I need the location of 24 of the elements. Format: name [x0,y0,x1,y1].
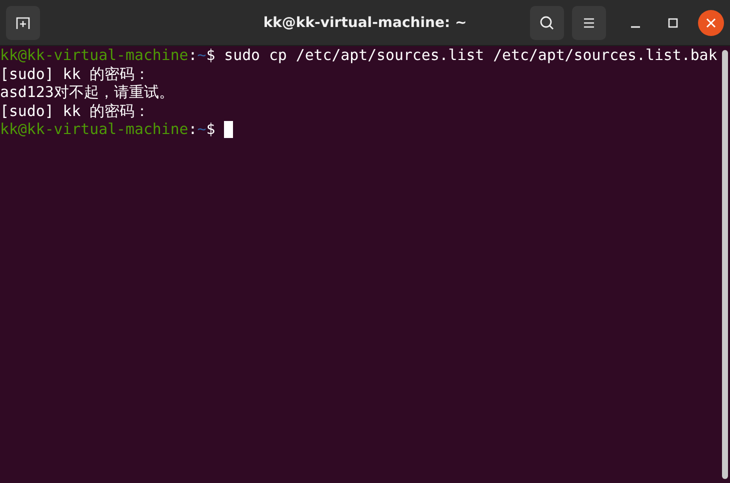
search-button[interactable] [530,6,564,40]
output-text: [sudo] kk 的密码： [0,102,150,120]
window-title: kk@kk-virtual-machine: ~ [262,14,468,30]
prompt-symbol: $ [206,46,216,64]
search-icon [539,14,555,30]
minimize-icon [630,26,640,28]
new-tab-button[interactable] [6,6,40,40]
prompt-user-host: kk@kk-virtual-machine [0,46,188,64]
menu-button[interactable] [572,6,606,40]
scrollbar-thumb[interactable] [722,50,728,479]
command-text: sudo cp /etc/apt/sources.list /etc/apt/sources.list.bak [224,46,718,64]
prompt-user-host: kk@kk-virtual-machine [0,120,188,138]
prompt-separator: : [188,120,198,138]
close-icon [706,18,716,28]
prompt-separator: : [188,46,198,64]
menu-icon [582,16,596,28]
prompt-path: ~ [197,46,206,64]
output-text: [sudo] kk 的密码： [0,64,150,83]
output-text: asd123对不起，请重试。 [0,83,174,102]
prompt-symbol: $ [206,120,216,138]
prompt-path: ~ [197,120,206,138]
new-tab-icon [15,14,31,30]
maximize-icon [668,18,678,28]
close-button[interactable] [698,10,724,36]
